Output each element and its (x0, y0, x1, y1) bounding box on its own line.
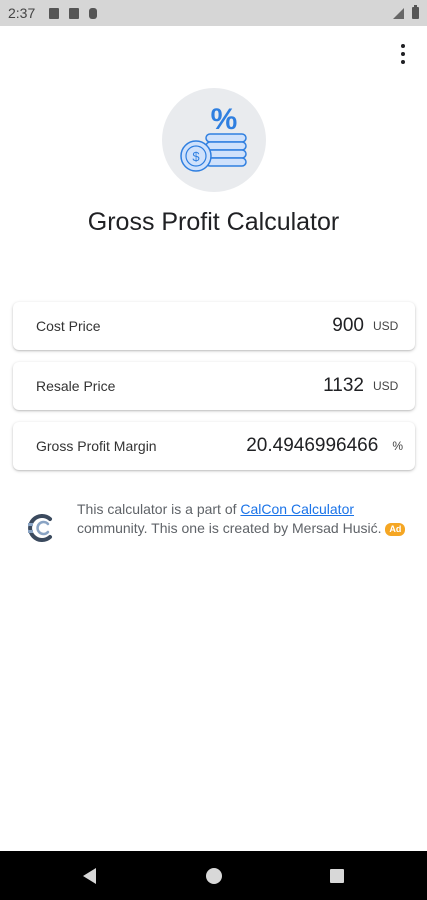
resale-price-label: Resale Price (36, 378, 116, 394)
recents-icon[interactable] (330, 869, 344, 883)
sd-card-icon (69, 7, 80, 19)
gross-profit-margin-label: Gross Profit Margin (36, 438, 157, 454)
back-icon[interactable] (83, 868, 96, 884)
gross-profit-margin-value[interactable]: 20.4946996466 (246, 435, 378, 457)
gross-profit-margin-unit: % (392, 439, 403, 453)
app-logo: $ % (162, 88, 266, 192)
gross-profit-margin-field[interactable]: Gross Profit Margin 20.4946996466 % (13, 422, 415, 470)
coin-symbol: $ (192, 149, 200, 164)
menu-dot (401, 44, 405, 48)
home-icon[interactable] (206, 868, 222, 884)
menu-dot (401, 52, 405, 56)
status-time: 2:37 (8, 5, 36, 21)
cost-price-field[interactable]: Cost Price 900 USD (13, 302, 415, 350)
sync-notification-icon (89, 7, 98, 19)
signal-icon (393, 7, 404, 19)
community-text-before: This calculator is a part of (77, 501, 241, 517)
status-bar: 2:37 (0, 0, 427, 26)
overflow-menu-icon[interactable] (397, 44, 409, 64)
percent-symbol: % (211, 103, 238, 136)
ad-badge: Ad (385, 522, 406, 536)
menu-dot (401, 60, 405, 64)
page-title: Gross Profit Calculator (87, 208, 340, 236)
community-text-after: community. This one is created by Mersad… (77, 520, 386, 536)
percent-coins-icon: $ % (180, 103, 247, 172)
calcon-logo-icon (28, 514, 52, 542)
system-icons (393, 5, 419, 19)
notification-icons (49, 7, 98, 19)
resale-price-field[interactable]: Resale Price 1132 USD (13, 362, 415, 410)
image-notification-icon (49, 7, 60, 19)
cost-price-value[interactable]: 900 (332, 315, 364, 337)
cost-price-unit[interactable]: USD (373, 319, 403, 333)
resale-price-unit[interactable]: USD (373, 379, 403, 393)
cost-price-label: Cost Price (36, 318, 101, 334)
battery-icon (412, 5, 419, 19)
calcon-calculator-link[interactable]: CalCon Calculator (240, 501, 354, 517)
community-text: This calculator is a part of CalCon Calc… (77, 500, 406, 544)
community-note: This calculator is a part of CalCon Calc… (26, 500, 406, 544)
resale-price-value[interactable]: 1132 (323, 375, 364, 397)
navigation-bar (0, 851, 427, 900)
